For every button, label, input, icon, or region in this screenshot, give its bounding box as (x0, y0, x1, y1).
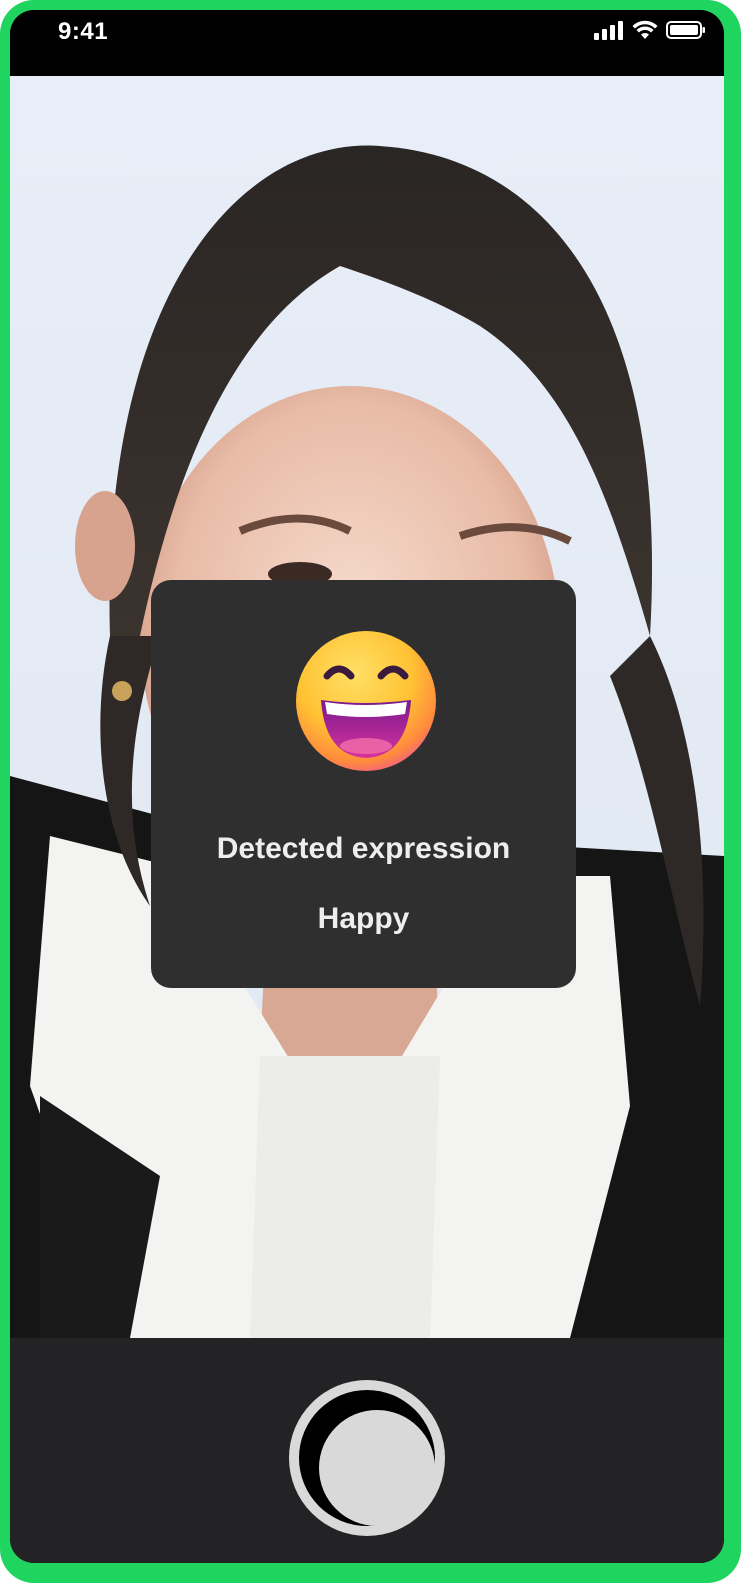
status-icons (594, 20, 706, 45)
status-bar: 9:41 (10, 10, 724, 76)
detected-expression-value: Happy (317, 902, 410, 935)
phone-frame: 9:41 Detected expression Happy (0, 0, 741, 1583)
battery-icon (666, 20, 706, 45)
shutter-button-inner (319, 1410, 435, 1526)
shutter-button-icon (299, 1390, 435, 1526)
camera-controls-bar (10, 1338, 724, 1563)
app-screen: 9:41 Detected expression Happy (10, 10, 724, 1563)
wifi-icon (632, 20, 658, 45)
expression-card: Detected expression Happy (151, 580, 576, 988)
status-time: 9:41 (58, 18, 109, 45)
cellular-signal-icon (594, 20, 624, 45)
shutter-button[interactable] (289, 1380, 445, 1536)
detected-expression-label: Detected expression (216, 832, 511, 865)
grinning-face-with-smiling-eyes-icon (293, 628, 439, 774)
